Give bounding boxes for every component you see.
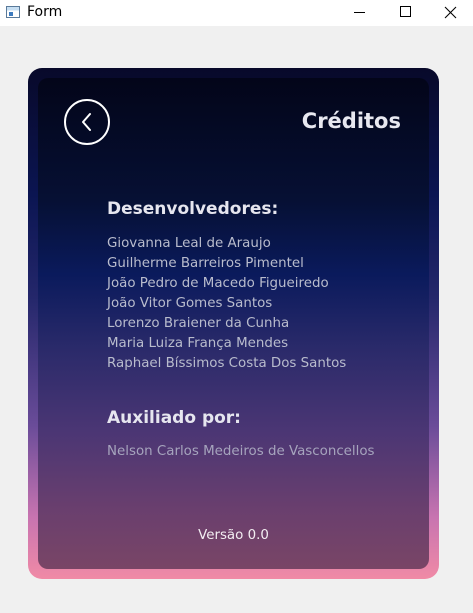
developers-list: Giovanna Leal de Araujo Guilherme Barrei… xyxy=(107,234,346,374)
credits-card: Créditos Desenvolvedores: Giovanna Leal … xyxy=(38,78,429,569)
window-title: Form xyxy=(27,4,63,20)
developer-name: Lorenzo Braiener da Cunha xyxy=(107,316,290,331)
page-title: Créditos xyxy=(301,109,401,133)
back-button[interactable] xyxy=(64,99,110,145)
developer-name: Raphael Bíssimos Costa Dos Santos xyxy=(107,356,347,371)
developer-name: Guilherme Barreiros Pimentel xyxy=(107,256,304,271)
developer-name: Giovanna Leal de Araujo xyxy=(107,236,271,251)
close-icon xyxy=(444,6,457,19)
developer-name: João Pedro de Macedo Figueiredo xyxy=(107,276,329,291)
assisted-heading: Auxiliado por: xyxy=(107,408,241,428)
chevron-left-icon xyxy=(82,113,91,131)
close-button[interactable] xyxy=(427,0,473,26)
app-window-icon xyxy=(6,6,20,18)
version-label: Versão 0.0 xyxy=(198,528,269,543)
title-bar: Form xyxy=(0,0,473,26)
developers-heading: Desenvolvedores: xyxy=(107,199,279,219)
assistant-name: Nelson Carlos Medeiros de Vasconcellos xyxy=(107,444,375,459)
maximize-button[interactable] xyxy=(382,0,428,26)
developer-name: Maria Luiza França Mendes xyxy=(107,336,289,351)
developer-name: João Vitor Gomes Santos xyxy=(107,296,273,311)
minimize-button[interactable] xyxy=(336,0,382,26)
credits-card-frame: Créditos Desenvolvedores: Giovanna Leal … xyxy=(28,68,439,579)
